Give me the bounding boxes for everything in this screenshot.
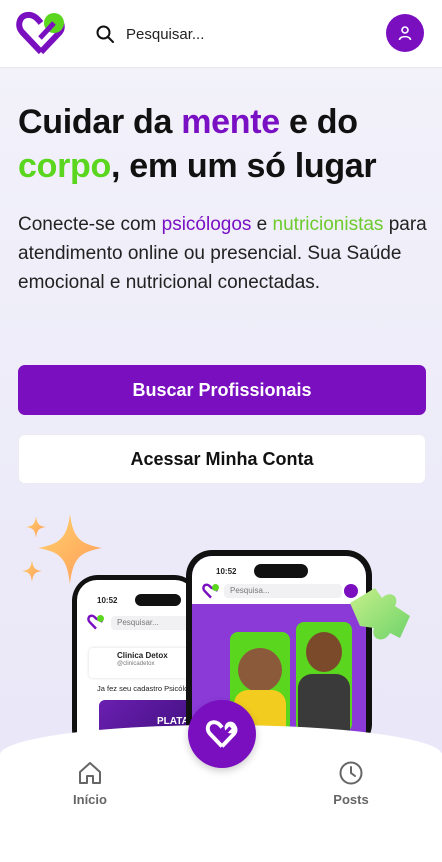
search-input[interactable]: [126, 25, 346, 43]
headline-highlight-mente: mente: [181, 103, 280, 141]
profile-button[interactable]: [386, 14, 424, 52]
nav-posts-label: Posts: [333, 792, 369, 807]
hero-headline: Cuidar da mente e do corpo, em um só lug…: [18, 103, 377, 185]
home-page: Cuidar da mente e do corpo, em um só lug…: [0, 0, 442, 862]
puzzle-icon: [350, 588, 410, 640]
nav-item-posts[interactable]: Posts: [311, 760, 391, 807]
nav-item-home[interactable]: Início: [50, 760, 130, 807]
hero-subtitle: Conecte-se com psicólogos e nutricionist…: [18, 214, 427, 293]
search-bar[interactable]: [82, 14, 372, 54]
heart-logo-icon: [87, 614, 104, 630]
search-icon: [96, 25, 114, 43]
access-account-button[interactable]: Acessar Minha Conta: [18, 434, 426, 484]
search-professionals-button[interactable]: Buscar Profissionais: [18, 365, 426, 415]
headline-highlight-corpo: corpo: [18, 147, 111, 185]
clock-icon: [339, 761, 363, 785]
link-psicologos[interactable]: psicólogos: [162, 214, 252, 235]
top-header: [0, 0, 442, 68]
heart-logo-icon: [205, 720, 238, 748]
center-action-button[interactable]: [188, 700, 256, 768]
home-icon: [79, 762, 101, 784]
heart-logo-icon[interactable]: [16, 10, 66, 56]
nav-home-label: Início: [73, 792, 107, 807]
link-nutricionistas[interactable]: nutricionistas: [273, 214, 384, 235]
user-icon: [398, 26, 412, 41]
heart-logo-icon: [202, 583, 219, 599]
